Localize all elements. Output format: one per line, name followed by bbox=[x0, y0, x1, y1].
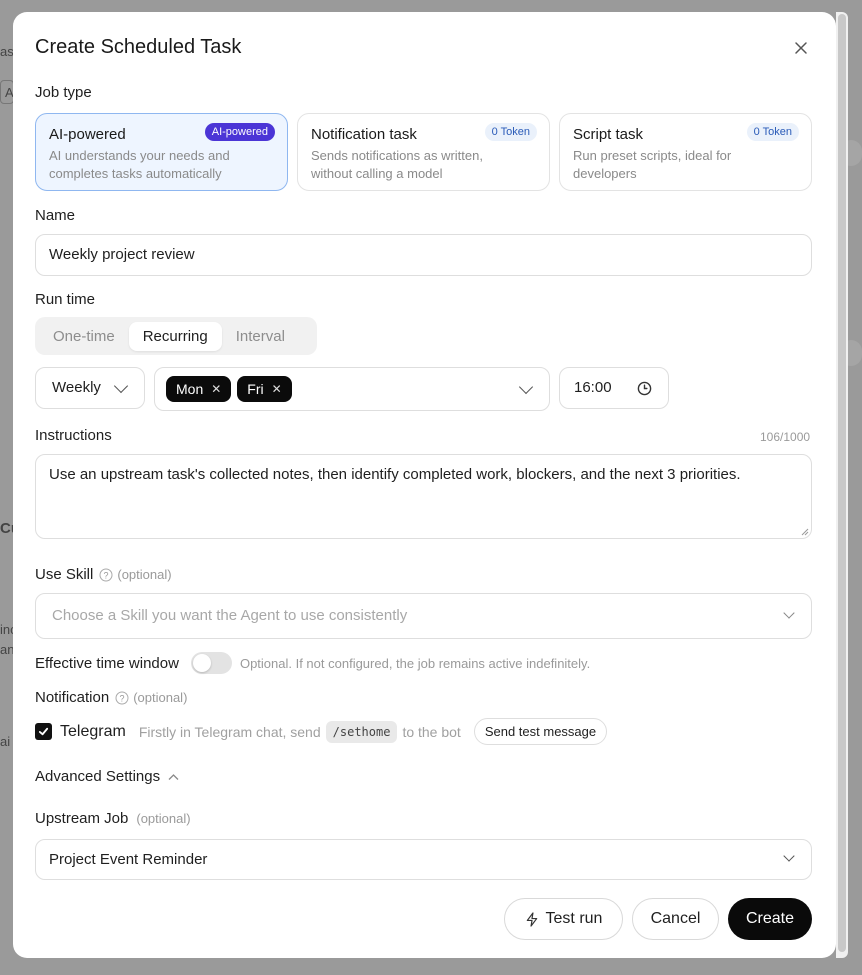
dialog-title: Create Scheduled Task bbox=[35, 36, 242, 58]
create-button[interactable]: Create bbox=[728, 898, 812, 940]
mode-interval[interactable]: Interval bbox=[222, 322, 299, 351]
skill-label: Use Skill bbox=[35, 566, 94, 583]
optional-tag: (optional) bbox=[133, 690, 188, 705]
telegram-row: Telegram Firstly in Telegram chat, send … bbox=[35, 718, 608, 745]
frequency-value: Weekly bbox=[52, 379, 101, 396]
frequency-select[interactable]: Weekly bbox=[35, 367, 145, 409]
job-type-card-notification[interactable]: Notification task 0 Token Sends notifica… bbox=[297, 113, 550, 191]
check-icon bbox=[38, 727, 49, 736]
mode-one-time[interactable]: One-time bbox=[39, 322, 129, 351]
chevron-up-icon bbox=[168, 773, 179, 780]
toggle-knob bbox=[192, 654, 211, 672]
test-run-button[interactable]: Test run bbox=[504, 898, 623, 940]
name-label: Name bbox=[35, 207, 76, 224]
card-description: Run preset scripts, ideal for developers bbox=[573, 148, 732, 181]
notification-label: Notification bbox=[35, 689, 110, 706]
create-task-dialog: Create Scheduled Task Job type AI-powere… bbox=[13, 12, 836, 958]
day-chip-fri: Fri ✕ bbox=[237, 376, 292, 402]
telegram-hint: Firstly in Telegram chat, send bbox=[138, 723, 321, 740]
name-value: Weekly project review bbox=[49, 246, 195, 263]
help-icon[interactable]: ? bbox=[99, 568, 113, 582]
instructions-label: Instructions bbox=[35, 427, 112, 444]
job-type-card-script[interactable]: Script task 0 Token Run preset scripts, … bbox=[559, 113, 812, 191]
close-button[interactable] bbox=[789, 36, 813, 60]
background-button: A bbox=[0, 80, 14, 104]
mode-recurring[interactable]: Recurring bbox=[128, 321, 222, 351]
upstream-label-row: Upstream Job (optional) bbox=[35, 810, 191, 827]
char-counter: 106/1000 bbox=[760, 430, 811, 444]
upstream-label: Upstream Job bbox=[35, 810, 129, 827]
help-icon[interactable]: ? bbox=[115, 691, 129, 705]
instructions-textarea[interactable]: Use an upstream task's collected notes, … bbox=[35, 454, 812, 539]
days-multiselect[interactable]: Mon ✕ Fri ✕ bbox=[154, 367, 550, 411]
notification-label-row: Notification ? (optional) bbox=[35, 689, 187, 706]
remove-icon[interactable]: ✕ bbox=[272, 382, 282, 396]
upstream-job-select[interactable]: Project Event Reminder bbox=[35, 839, 812, 880]
resize-handle-icon[interactable] bbox=[801, 528, 809, 536]
background-text: ai bbox=[0, 734, 11, 749]
cancel-button[interactable]: Cancel bbox=[632, 898, 719, 940]
advanced-label: Advanced Settings bbox=[35, 768, 161, 785]
test-run-label: Test run bbox=[545, 910, 603, 927]
svg-text:?: ? bbox=[104, 570, 109, 580]
day-chip-mon: Mon ✕ bbox=[166, 376, 232, 402]
time-window-toggle[interactable] bbox=[190, 652, 232, 674]
svg-text:?: ? bbox=[120, 693, 125, 703]
telegram-checkbox[interactable] bbox=[35, 723, 52, 740]
background-text: as bbox=[0, 44, 14, 59]
skill-label-row: Use Skill ? (optional) bbox=[35, 566, 172, 583]
card-description: Sends notifications as written, without … bbox=[311, 148, 483, 181]
run-time-label: Run time bbox=[35, 291, 96, 308]
close-icon bbox=[795, 42, 807, 54]
skill-select[interactable]: Choose a Skill you want the Agent to use… bbox=[35, 593, 812, 639]
token-badge: 0 Token bbox=[746, 123, 799, 141]
scrollbar-thumb[interactable] bbox=[838, 14, 846, 952]
ai-badge: AI-powered bbox=[204, 123, 275, 141]
telegram-hint-after: to the bot bbox=[402, 723, 461, 740]
time-window-row: Effective time window Optional. If not c… bbox=[35, 652, 590, 674]
chip-label: Fri bbox=[247, 381, 264, 397]
skill-placeholder: Choose a Skill you want the Agent to use… bbox=[52, 607, 408, 624]
chevron-down-icon bbox=[518, 379, 534, 395]
optional-tag: (optional) bbox=[136, 811, 191, 826]
job-type-label: Job type bbox=[35, 84, 92, 101]
time-input[interactable]: 16:00 bbox=[559, 367, 669, 409]
chevron-down-icon bbox=[783, 607, 795, 619]
token-badge: 0 Token bbox=[484, 123, 537, 141]
time-value: 16:00 bbox=[574, 379, 612, 396]
lightning-icon bbox=[526, 911, 537, 927]
telegram-label: Telegram bbox=[60, 722, 126, 740]
chevron-down-icon bbox=[113, 378, 129, 394]
job-type-card-ai[interactable]: AI-powered AI-powered AI understands you… bbox=[35, 113, 288, 191]
run-mode-segmented-control: One-time Recurring Interval bbox=[35, 317, 317, 355]
name-input[interactable]: Weekly project review bbox=[35, 234, 812, 276]
clock-icon bbox=[637, 381, 652, 396]
time-window-label: Effective time window bbox=[35, 654, 179, 672]
time-window-hint: Optional. If not configured, the job rem… bbox=[239, 655, 591, 671]
instructions-value: Use an upstream task's collected notes, … bbox=[49, 466, 741, 483]
chip-label: Mon bbox=[176, 381, 204, 397]
send-test-message-button[interactable]: Send test message bbox=[473, 718, 608, 745]
remove-icon[interactable]: ✕ bbox=[211, 382, 221, 396]
cancel-label: Cancel bbox=[650, 910, 701, 927]
chevron-down-icon bbox=[783, 850, 795, 862]
create-label: Create bbox=[745, 910, 795, 927]
sethome-command: /sethome bbox=[325, 720, 398, 743]
card-description: AI understands your needs and completes … bbox=[49, 148, 230, 181]
upstream-value: Project Event Reminder bbox=[49, 851, 208, 868]
optional-tag: (optional) bbox=[117, 567, 172, 582]
advanced-settings-toggle[interactable]: Advanced Settings bbox=[35, 768, 179, 785]
